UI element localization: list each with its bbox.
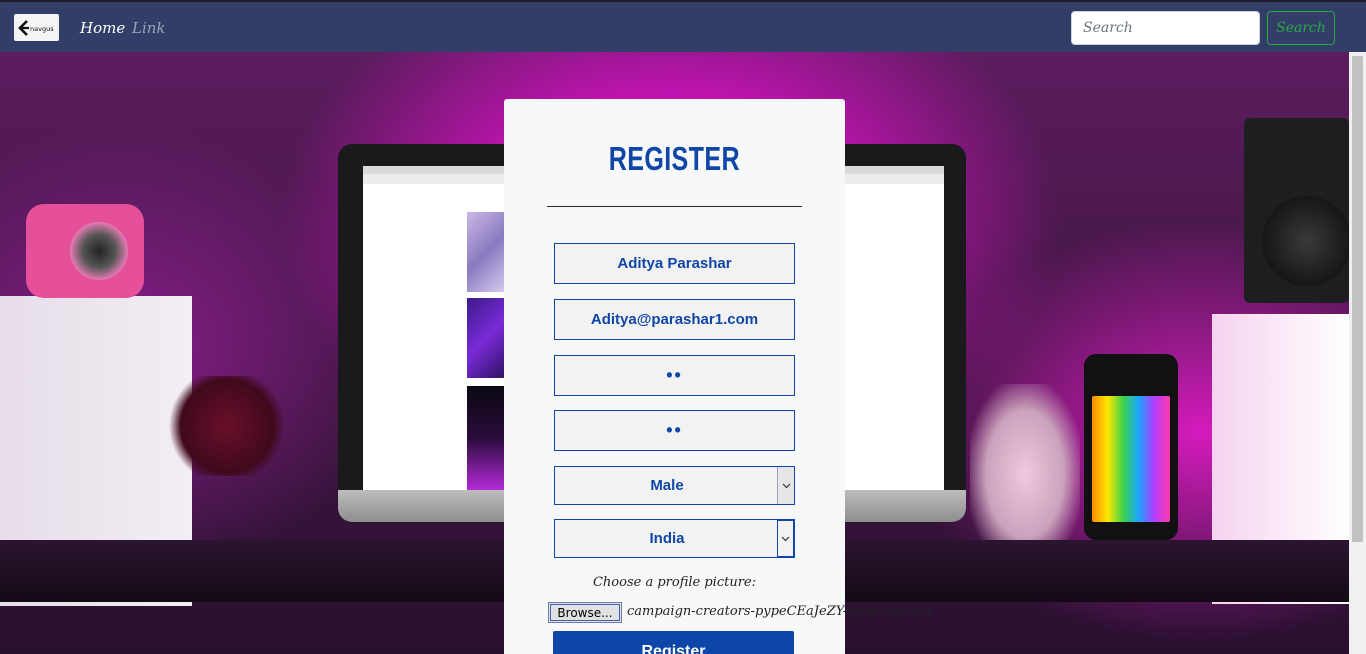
bg-screen-thumb [467, 212, 507, 292]
nav-link[interactable]: Link [132, 19, 166, 37]
form-title-wrap: Register [504, 140, 845, 178]
brand-logo[interactable]: navgus [14, 14, 59, 41]
logo-icon: navgus [17, 19, 54, 36]
search-input[interactable] [1071, 11, 1260, 45]
bg-screen-thumb [467, 386, 507, 490]
confirm-password-field[interactable]: •• [554, 410, 795, 451]
selected-file-name: campaign-creators-pypeCEaJeZY-unsplash.j… [627, 604, 931, 619]
profile-picture-label: Choose a profile picture: [592, 575, 756, 590]
password-mask: •• [666, 365, 683, 385]
navbar: navgus Home Link Search [0, 0, 1366, 52]
svg-text:navgus: navgus [30, 25, 54, 33]
register-button[interactable]: Register [553, 631, 794, 654]
gender-select-value: Male [650, 477, 684, 494]
bg-flowers [168, 376, 286, 476]
bg-camera-lens [70, 222, 128, 280]
name-field[interactable] [554, 243, 795, 284]
country-select-value: India [649, 530, 685, 547]
confirm-password-mask: •• [666, 420, 683, 440]
chevron-down-icon[interactable] [777, 467, 794, 504]
gender-select[interactable]: Male [554, 466, 795, 505]
nav-home-link[interactable]: Home [80, 19, 125, 37]
bg-phone-screen [1092, 396, 1170, 522]
scrollbar-thumb[interactable] [1352, 56, 1363, 542]
bg-thumb-statue [970, 384, 1080, 564]
password-field[interactable]: •• [554, 355, 795, 396]
bg-screen-thumb [467, 298, 507, 378]
title-divider [547, 206, 802, 207]
country-select[interactable]: India [554, 519, 795, 558]
search-button[interactable]: Search [1267, 11, 1335, 45]
browse-button[interactable]: Browse... [548, 602, 622, 623]
bg-speaker-grill [1262, 196, 1352, 286]
email-field[interactable] [554, 299, 795, 340]
chevron-down-icon[interactable] [777, 520, 794, 557]
form-title: Register [608, 140, 741, 177]
